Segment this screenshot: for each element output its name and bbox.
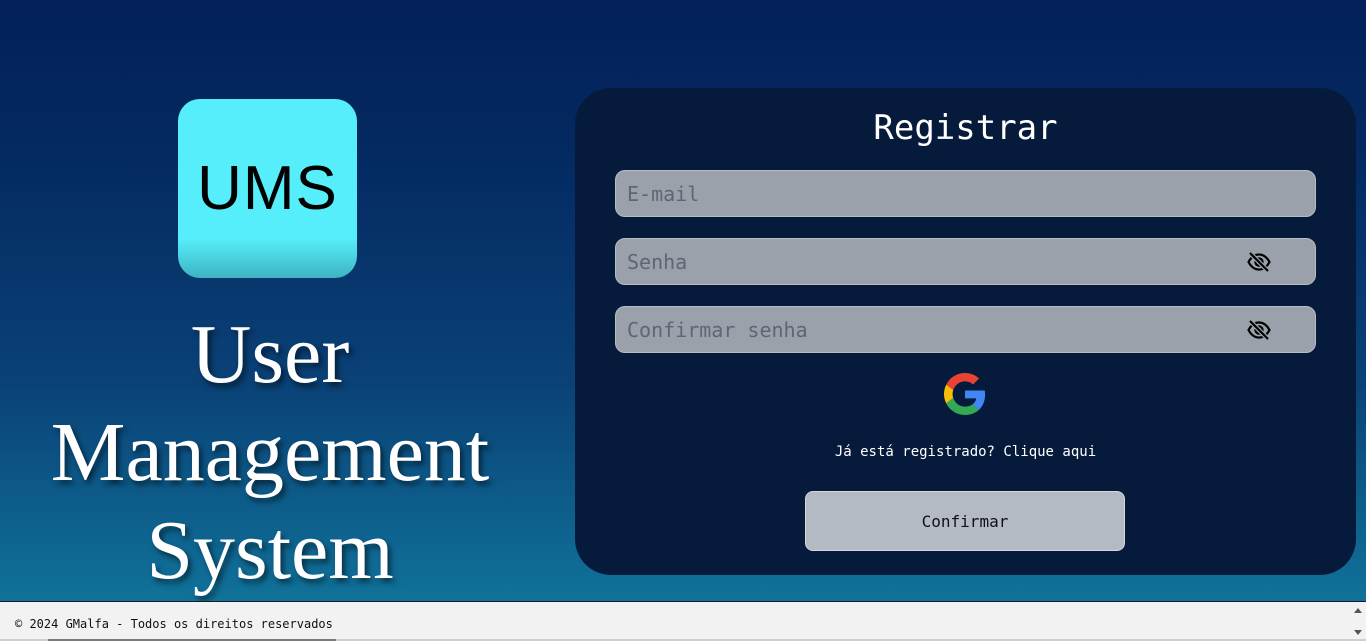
register-title: Registrar <box>873 108 1058 148</box>
email-field-container <box>615 170 1316 217</box>
confirm-password-field-container <box>615 306 1316 353</box>
app-title-line-3: System <box>146 504 394 597</box>
email-field[interactable] <box>616 171 1315 216</box>
scroll-up-icon[interactable] <box>1354 608 1362 613</box>
password-field-container <box>615 238 1316 285</box>
login-link[interactable]: Já está registrado? Clique aqui <box>575 444 1356 460</box>
password-field[interactable] <box>616 239 1315 284</box>
confirm-password-field[interactable] <box>616 307 1315 352</box>
eye-off-icon[interactable] <box>1247 318 1271 342</box>
app-title-line-1: User <box>190 308 350 401</box>
app-title-line-2: Management <box>50 406 490 499</box>
app-logo: UMS <box>178 99 357 278</box>
app-title: User Management System <box>20 306 520 600</box>
register-card: Registrar Já está registrado? Clique aqu… <box>575 88 1356 575</box>
footer: © 2024 GMalfa - Todos os direitos reserv… <box>0 601 1366 641</box>
footer-scrollbar[interactable] <box>1349 602 1366 641</box>
scroll-down-icon[interactable] <box>1354 630 1362 635</box>
logo-text: UMS <box>197 154 338 223</box>
confirm-button[interactable]: Confirmar <box>805 491 1125 551</box>
footer-copyright: © 2024 GMalfa - Todos os direitos reserv… <box>15 617 333 631</box>
eye-off-icon[interactable] <box>1247 250 1271 274</box>
google-icon[interactable] <box>944 373 986 415</box>
